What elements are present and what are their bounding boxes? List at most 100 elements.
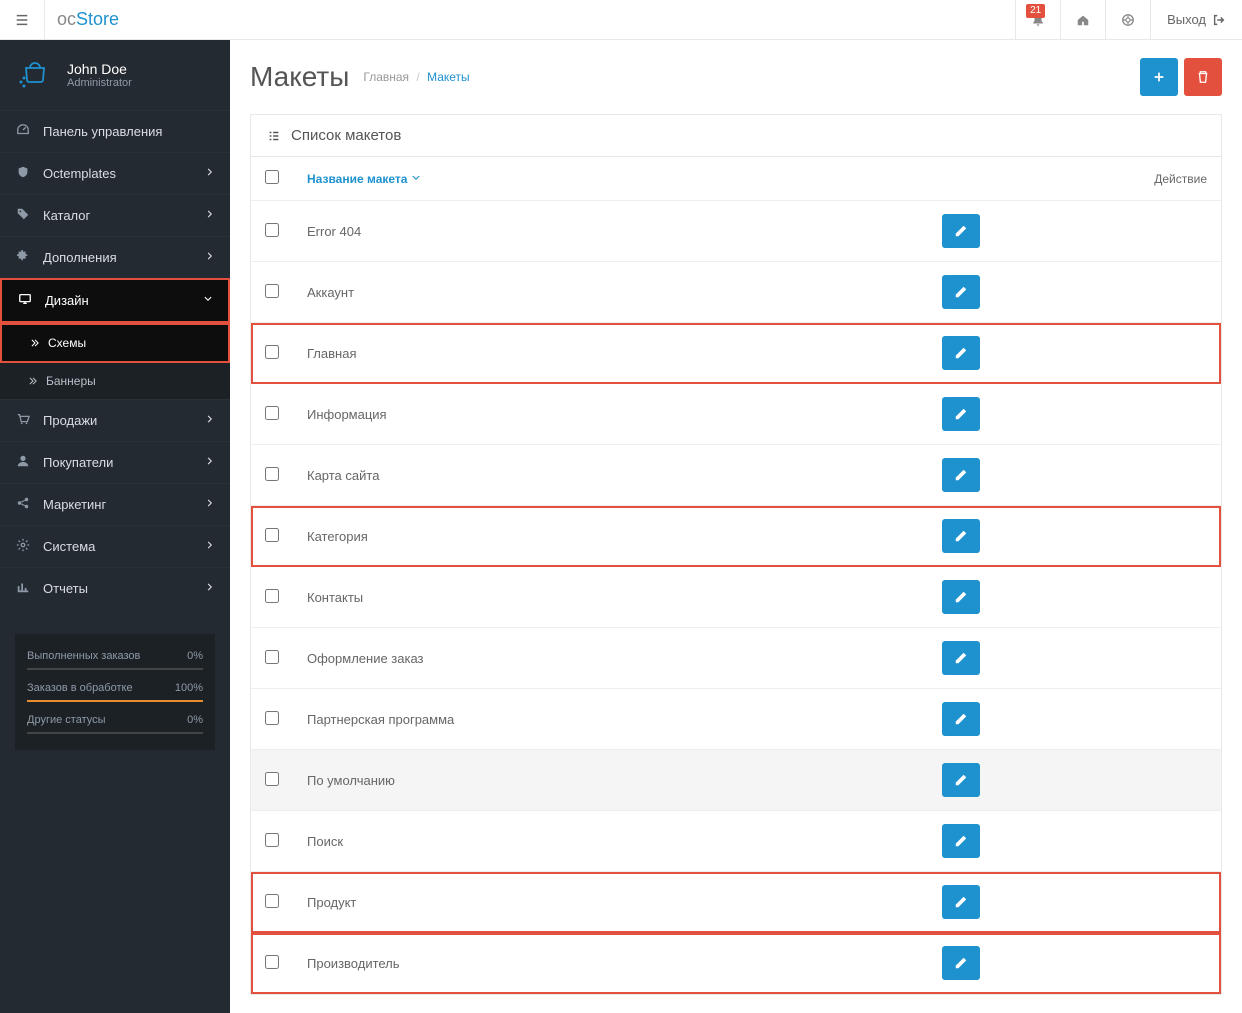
row-name: Партнерская программа: [293, 689, 928, 750]
sidebar-item-9[interactable]: Отчеты: [0, 567, 230, 609]
row-checkbox[interactable]: [265, 528, 279, 542]
main-content: Макеты Главная / Макеты Список макетов: [230, 40, 1242, 1013]
sidebar-item-label: Покупатели: [43, 455, 113, 470]
sidebar-subitem-label: Баннеры: [46, 374, 96, 388]
sidebar-subitem-1[interactable]: Баннеры: [0, 363, 230, 399]
edit-button[interactable]: [942, 824, 980, 858]
pencil-icon: [954, 468, 968, 482]
brand-logo[interactable]: ocStore: [45, 9, 131, 30]
row-name: Error 404: [293, 201, 928, 262]
sidebar-item-label: Продажи: [43, 413, 97, 428]
edit-button[interactable]: [942, 397, 980, 431]
edit-button[interactable]: [942, 641, 980, 675]
trash-icon: [1196, 70, 1210, 84]
table-row: Партнерская программа: [251, 689, 1221, 750]
edit-button[interactable]: [942, 946, 980, 980]
column-action: Действие: [928, 157, 1221, 201]
pencil-icon: [954, 712, 968, 726]
stats-widget: Выполненных заказов0%Заказов в обработке…: [15, 634, 215, 750]
row-checkbox[interactable]: [265, 711, 279, 725]
side-nav: Панель управления Octemplates Каталог До…: [0, 110, 230, 609]
stats-bar-2: [27, 732, 203, 734]
signout-icon: [1212, 13, 1226, 27]
sidebar-item-2[interactable]: Каталог: [0, 194, 230, 236]
row-checkbox[interactable]: [265, 345, 279, 359]
edit-button[interactable]: [942, 275, 980, 309]
stats-bar-1: [27, 700, 203, 702]
row-checkbox[interactable]: [265, 589, 279, 603]
pencil-icon: [954, 651, 968, 665]
row-checkbox[interactable]: [265, 223, 279, 237]
gear-icon: [15, 538, 31, 555]
sidebar-item-7[interactable]: Маркетинг: [0, 483, 230, 525]
row-checkbox[interactable]: [265, 894, 279, 908]
breadcrumb: Главная / Макеты: [363, 70, 469, 84]
stats-bar-fill: [27, 700, 203, 702]
row-checkbox[interactable]: [265, 467, 279, 481]
row-name: Продукт: [293, 872, 928, 933]
delete-button[interactable]: [1184, 58, 1222, 96]
sidebar-item-8[interactable]: Система: [0, 525, 230, 567]
edit-button[interactable]: [942, 702, 980, 736]
plus-icon: [1152, 70, 1166, 84]
row-checkbox[interactable]: [265, 833, 279, 847]
stats-row-2: Другие статусы0%: [15, 708, 215, 730]
chevron-right-icon: [205, 251, 215, 264]
chevron-down-icon: [411, 173, 421, 183]
home-icon[interactable]: [1060, 0, 1105, 40]
column-name-sort[interactable]: Название макета: [307, 172, 421, 186]
pencil-icon: [954, 346, 968, 360]
stats-row-0: Выполненных заказов0%: [15, 644, 215, 666]
pencil-icon: [954, 895, 968, 909]
sidebar-item-label: Отчеты: [43, 581, 88, 596]
sidebar-item-label: Маркетинг: [43, 497, 106, 512]
edit-button[interactable]: [942, 580, 980, 614]
edit-button[interactable]: [942, 214, 980, 248]
pencil-icon: [954, 773, 968, 787]
stats-value: 100%: [175, 682, 203, 694]
sidebar: John Doe Administrator Панель управления…: [0, 40, 230, 1013]
row-checkbox[interactable]: [265, 955, 279, 969]
notif-badge: 21: [1026, 4, 1045, 18]
help-icon[interactable]: [1105, 0, 1150, 40]
breadcrumb-home[interactable]: Главная: [363, 70, 409, 84]
sidebar-item-label: Octemplates: [43, 166, 116, 181]
edit-button[interactable]: [942, 763, 980, 797]
sidebar-item-6[interactable]: Покупатели: [0, 441, 230, 483]
add-button[interactable]: [1140, 58, 1178, 96]
logout-button[interactable]: Выход: [1150, 0, 1242, 40]
edit-button[interactable]: [942, 519, 980, 553]
row-checkbox[interactable]: [265, 284, 279, 298]
sidebar-item-1[interactable]: Octemplates: [0, 152, 230, 194]
row-name: Карта сайта: [293, 445, 928, 506]
sidebar-subitem-0[interactable]: Схемы: [0, 323, 230, 363]
user-role: Administrator: [67, 77, 132, 89]
select-all-checkbox[interactable]: [265, 170, 279, 184]
chevron-right-icon: [205, 540, 215, 553]
row-checkbox[interactable]: [265, 772, 279, 786]
chart-icon: [15, 580, 31, 597]
sidebar-item-4[interactable]: Дизайн: [0, 278, 230, 323]
breadcrumb-current: Макеты: [427, 70, 470, 84]
dashboard-icon: [15, 123, 31, 140]
chevron-right-icon: [205, 582, 215, 595]
row-checkbox[interactable]: [265, 406, 279, 420]
stats-value: 0%: [187, 650, 203, 662]
table-row: Главная: [251, 323, 1221, 384]
sidebar-item-5[interactable]: Продажи: [0, 399, 230, 441]
menu-toggle[interactable]: [0, 0, 45, 40]
pencil-icon: [954, 590, 968, 604]
table-row: Производитель: [251, 933, 1221, 994]
monitor-icon: [17, 292, 33, 309]
notifications-icon[interactable]: 21: [1015, 0, 1060, 40]
layouts-panel: Список макетов Название макета Действие …: [250, 114, 1222, 995]
sidebar-item-3[interactable]: Дополнения: [0, 236, 230, 278]
sidebar-item-0[interactable]: Панель управления: [0, 110, 230, 152]
row-checkbox[interactable]: [265, 650, 279, 664]
stats-value: 0%: [187, 714, 203, 726]
edit-button[interactable]: [942, 458, 980, 492]
edit-button[interactable]: [942, 336, 980, 370]
top-header: ocStore 21 Выход: [0, 0, 1242, 40]
pencil-icon: [954, 529, 968, 543]
table-row: Карта сайта: [251, 445, 1221, 506]
